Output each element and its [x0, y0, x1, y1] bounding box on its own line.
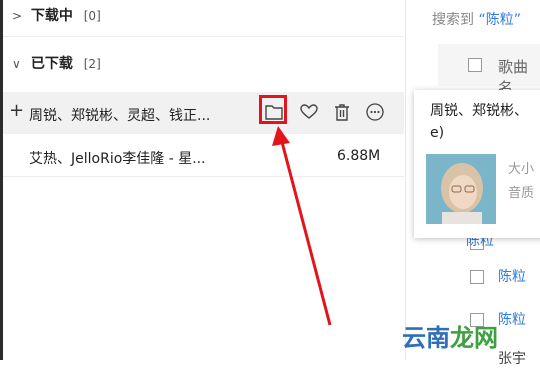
panel-divider	[405, 0, 406, 360]
search-prefix: 搜索到	[432, 12, 474, 28]
artist-name: 张宇	[498, 351, 526, 367]
watermark: 云南龙网	[402, 324, 498, 352]
select-all-checkbox[interactable]	[468, 58, 482, 72]
song-column-header: 歌曲名	[438, 44, 540, 97]
artist-avatar	[426, 154, 496, 224]
search-result-header: 搜索到 “陈粒”	[432, 9, 521, 29]
popup-title: 周锐、郑锐彬、 e)	[430, 103, 528, 141]
artist-link[interactable]: 陈粒	[498, 266, 526, 286]
row-checkbox[interactable]	[470, 270, 484, 284]
search-keyword[interactable]: “陈粒”	[478, 12, 521, 28]
popup-size-label: 大小	[508, 162, 535, 177]
song-info-popup: 周锐、郑锐彬、 e) 大小 音质	[414, 90, 540, 238]
popup-quality-label: 音质	[508, 186, 535, 201]
artist-link[interactable]: 陈粒	[498, 309, 526, 329]
